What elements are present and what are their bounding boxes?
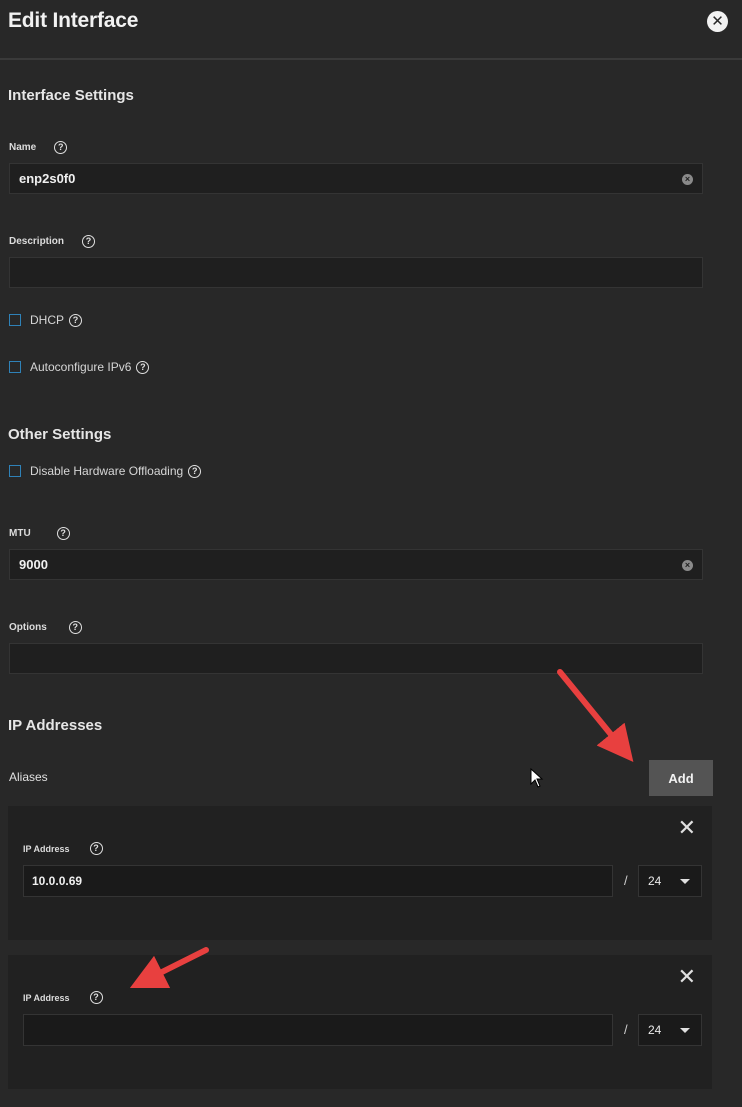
help-icon[interactable]: ? — [89, 991, 103, 1004]
ip-address-input[interactable] — [23, 1014, 613, 1046]
name-field[interactable]: enp2s0f0 × — [9, 163, 703, 194]
close-icon[interactable]: ✕ — [707, 11, 728, 32]
add-alias-button[interactable]: Add — [649, 760, 713, 796]
help-icon[interactable]: ? — [68, 621, 82, 634]
ip-address-label: IP Address — [23, 843, 70, 854]
netmask-value: 24 — [648, 874, 662, 888]
mtu-field[interactable]: 9000 × — [9, 549, 703, 580]
help-icon[interactable]: ? — [136, 360, 150, 374]
section-interface-settings: Interface Settings — [8, 87, 134, 104]
help-icon[interactable]: ? — [56, 527, 70, 540]
clear-icon[interactable]: × — [682, 560, 693, 571]
ip-address-value: 10.0.0.69 — [32, 874, 83, 888]
disable-hw-offloading-row: Disable Hardware Offloading ? — [9, 464, 202, 478]
mtu-value: 9000 — [19, 557, 48, 572]
dhcp-checkbox[interactable] — [9, 314, 21, 326]
mtu-label: MTU — [9, 528, 31, 539]
netmask-separator: / — [624, 873, 628, 888]
annotation-arrow-add — [557, 669, 634, 762]
chevron-down-icon — [680, 1028, 690, 1033]
chevron-down-icon — [680, 879, 690, 884]
ip-address-label: IP Address — [23, 992, 70, 1003]
section-other-settings: Other Settings — [8, 426, 112, 443]
mtu-label-row: MTU ? — [9, 527, 70, 540]
alias-card: ✕ IP Address ? / 24 — [8, 955, 712, 1089]
options-label: Options — [9, 622, 47, 633]
netmask-value: 24 — [648, 1023, 662, 1037]
autoconfigure-ipv6-label[interactable]: Autoconfigure IPv6 — [30, 360, 131, 374]
name-label: Name — [9, 142, 37, 153]
ip-address-label-row: IP Address ? — [23, 842, 103, 855]
help-icon[interactable]: ? — [69, 313, 83, 327]
help-icon[interactable]: ? — [82, 235, 96, 248]
alias-card: ✕ IP Address ? 10.0.0.69 / 24 — [8, 806, 712, 940]
aliases-label: Aliases — [9, 770, 48, 784]
page-title: Edit Interface — [8, 9, 139, 32]
help-icon[interactable]: ? — [54, 141, 68, 154]
help-icon[interactable]: ? — [89, 842, 103, 855]
options-field[interactable] — [9, 643, 703, 674]
ip-address-input[interactable]: 10.0.0.69 — [23, 865, 613, 897]
dhcp-row: DHCP ? — [9, 313, 83, 327]
help-icon[interactable]: ? — [188, 464, 202, 478]
ip-address-label-row: IP Address ? — [23, 991, 103, 1004]
section-ip-addresses: IP Addresses — [8, 717, 103, 734]
remove-alias-icon[interactable]: ✕ — [678, 817, 696, 839]
remove-alias-icon[interactable]: ✕ — [678, 966, 696, 988]
dhcp-label[interactable]: DHCP — [30, 313, 64, 327]
autoconfigure-ipv6-checkbox[interactable] — [9, 361, 21, 373]
netmask-select[interactable]: 24 — [638, 1014, 702, 1046]
description-label: Description — [9, 236, 65, 247]
autoconfigure-ipv6-row: Autoconfigure IPv6 ? — [9, 360, 150, 374]
disable-hw-offloading-checkbox[interactable] — [9, 465, 21, 477]
disable-hw-offloading-label[interactable]: Disable Hardware Offloading — [30, 464, 183, 478]
description-label-row: Description ? — [9, 235, 96, 248]
options-label-row: Options ? — [9, 621, 82, 634]
description-field[interactable] — [9, 257, 703, 288]
netmask-separator: / — [624, 1022, 628, 1037]
clear-icon[interactable]: × — [682, 174, 693, 185]
mouse-cursor-icon — [530, 767, 544, 793]
name-label-row: Name ? — [9, 141, 68, 154]
name-value: enp2s0f0 — [19, 171, 76, 186]
netmask-select[interactable]: 24 — [638, 865, 702, 897]
header-divider — [0, 58, 742, 60]
